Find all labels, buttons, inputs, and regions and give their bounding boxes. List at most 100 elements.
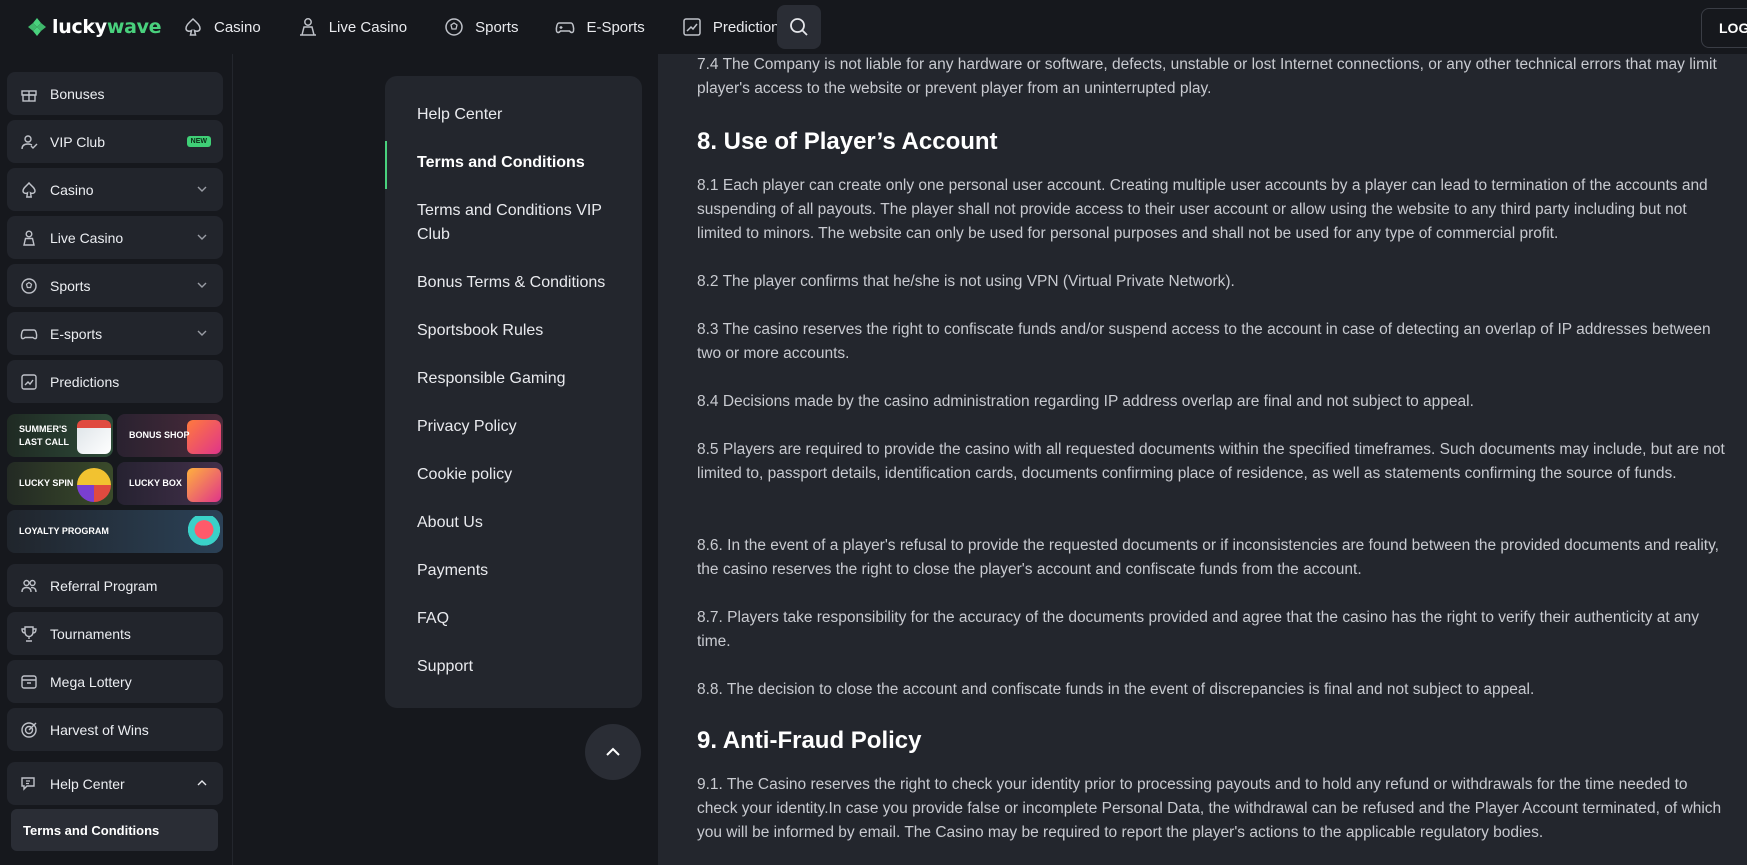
gamepad-icon bbox=[556, 22, 575, 34]
sidebar-item-label: Bonuses bbox=[50, 85, 105, 102]
paragraph-8-3: 8.3 The casino reserves the right to con… bbox=[697, 321, 1711, 362]
search-button[interactable] bbox=[777, 5, 821, 49]
gift-icon bbox=[21, 89, 37, 102]
help-link-help-center[interactable]: Help Center bbox=[417, 103, 627, 127]
nav-live-casino-label: Live Casino bbox=[328, 18, 408, 36]
sidebar-item-vip-club[interactable]: VIP Club NEW bbox=[7, 120, 223, 163]
sidebar-item-harvest-of-wins[interactable]: Harvest of Wins bbox=[7, 708, 223, 751]
help-link-faq[interactable]: FAQ bbox=[417, 607, 627, 631]
spade-icon bbox=[22, 181, 36, 198]
sidebar-subitem-label: Terms and Conditions bbox=[23, 822, 160, 838]
sidebar-item-label: Referral Program bbox=[50, 577, 158, 594]
promo-summers-last-call[interactable]: SUMMER'S LAST CALL bbox=[7, 414, 113, 457]
scroll-to-top-button[interactable] bbox=[585, 724, 641, 780]
sidebar-item-tournaments[interactable]: Tournaments bbox=[7, 612, 223, 655]
spade-icon bbox=[185, 17, 201, 36]
shopping-bag-icon bbox=[187, 420, 221, 454]
sidebar-item-label: Mega Lottery bbox=[50, 673, 132, 690]
chevron-down-icon[interactable] bbox=[196, 327, 208, 339]
help-nav-panel: Help Center Terms and Conditions Terms a… bbox=[385, 76, 642, 708]
sidebar-subitem-terms-and-conditions[interactable]: Terms and Conditions bbox=[11, 809, 218, 851]
help-link-payments[interactable]: Payments bbox=[417, 559, 627, 583]
terms-content: 7.4 The Company is not liable for any ha… bbox=[658, 54, 1747, 865]
sidebar-item-predictions[interactable]: Predictions bbox=[7, 360, 223, 403]
nav-predictions[interactable]: Predictions bbox=[681, 0, 787, 54]
logo-text: luckywave bbox=[52, 16, 162, 38]
section-heading-9: 9. Anti-Fraud Policy bbox=[697, 727, 922, 754]
sidebar-item-label: Harvest of Wins bbox=[50, 721, 149, 738]
map-pin-icon bbox=[187, 516, 221, 550]
nav-esports-label: E-Sports bbox=[586, 18, 645, 36]
promo-loyalty-program[interactable]: LOYALTY PROGRAM bbox=[7, 510, 223, 553]
section-heading-8: 8. Use of Player’s Account bbox=[697, 128, 998, 155]
gift-box-icon bbox=[187, 468, 221, 502]
sidebar-item-mega-lottery[interactable]: Mega Lottery bbox=[7, 660, 223, 703]
promo-lucky-spin-label: LUCKY SPIN bbox=[19, 478, 74, 488]
promo-lucky-spin[interactable]: LUCKY SPIN bbox=[7, 462, 113, 505]
help-link-bonus-terms[interactable]: Bonus Terms & Conditions bbox=[417, 271, 627, 295]
app: luckywave Casino Live Casino Sports E-Sp… bbox=[0, 0, 1747, 865]
people-icon bbox=[21, 579, 37, 592]
help-link-terms-and-conditions[interactable]: Terms and Conditions bbox=[417, 151, 627, 175]
promo-summer-line2: LAST CALL bbox=[19, 436, 69, 447]
vip-user-icon bbox=[21, 134, 38, 149]
nav-predictions-label: Predictions bbox=[712, 18, 788, 36]
promo-summer-line1: SUMMER'S bbox=[19, 423, 68, 434]
nav-esports[interactable]: E-Sports bbox=[554, 0, 645, 54]
sidebar-item-label: Casino bbox=[50, 181, 94, 198]
sidebar-item-casino[interactable]: Casino bbox=[7, 168, 223, 211]
nav-sports-label: Sports bbox=[475, 18, 519, 36]
nav-live-casino[interactable]: Live Casino bbox=[297, 0, 407, 54]
promo-bonus-shop[interactable]: BONUS SHOP bbox=[117, 414, 223, 457]
help-link-sportsbook-rules[interactable]: Sportsbook Rules bbox=[417, 319, 627, 343]
chart-trend-icon bbox=[683, 18, 701, 36]
sidebar-item-live-casino[interactable]: Live Casino bbox=[7, 216, 223, 259]
sidebar-item-esports[interactable]: E-sports bbox=[7, 312, 223, 355]
nav-sports[interactable]: Sports bbox=[443, 0, 518, 54]
paragraph-8-5: 8.5 Players are required to provide the … bbox=[697, 441, 1725, 482]
help-link-responsible-gaming[interactable]: Responsible Gaming bbox=[417, 367, 627, 391]
chevron-down-icon[interactable] bbox=[196, 183, 208, 195]
paragraph-8-2: 8.2 The player confirms that he/she is n… bbox=[697, 273, 1235, 290]
logo-text-wave: wave bbox=[106, 16, 162, 38]
chevron-down-icon[interactable] bbox=[196, 279, 208, 291]
active-indicator bbox=[385, 141, 387, 189]
help-link-cookie-policy[interactable]: Cookie policy bbox=[417, 463, 627, 487]
chevron-up-icon[interactable] bbox=[196, 777, 208, 789]
soccer-ball-icon bbox=[445, 18, 463, 36]
login-label: LOG bbox=[1719, 20, 1747, 36]
trophy-icon bbox=[21, 625, 37, 642]
sidebar-item-referral-program[interactable]: Referral Program bbox=[7, 564, 223, 607]
top-header: luckywave Casino Live Casino Sports E-Sp… bbox=[0, 0, 1747, 54]
search-icon bbox=[790, 18, 808, 36]
paragraph-8-6: 8.6. In the event of a player's refusal … bbox=[697, 537, 1719, 578]
paragraph-8-8: 8.8. The decision to close the account a… bbox=[697, 681, 1535, 698]
dealer-icon bbox=[23, 230, 35, 246]
dealer-icon bbox=[299, 18, 316, 36]
sidebar-item-sports[interactable]: Sports bbox=[7, 264, 223, 307]
chart-trend-icon bbox=[21, 373, 37, 390]
sidebar-item-label: VIP Club bbox=[50, 133, 105, 150]
sidebar-item-help-center[interactable]: Help Center bbox=[7, 762, 223, 805]
clover-logo-icon bbox=[28, 18, 46, 36]
promo-lucky-box[interactable]: LUCKY BOX bbox=[117, 462, 223, 505]
sidebar-item-label: Tournaments bbox=[50, 625, 131, 642]
login-button[interactable]: LOG bbox=[1701, 8, 1747, 48]
main-nav: Casino Live Casino Sports E-Sports Predi… bbox=[182, 0, 823, 54]
promo-bonus-shop-label: BONUS SHOP bbox=[129, 430, 190, 440]
calendar-icon bbox=[77, 420, 111, 454]
sidebar-item-label: Predictions bbox=[50, 373, 120, 390]
nav-casino[interactable]: Casino bbox=[182, 0, 261, 54]
logo[interactable]: luckywave bbox=[26, 14, 162, 40]
help-link-privacy-policy[interactable]: Privacy Policy bbox=[417, 415, 627, 439]
paragraph-8-7: 8.7. Players take responsibility for the… bbox=[697, 609, 1700, 650]
help-link-about-us[interactable]: About Us bbox=[417, 511, 627, 535]
sidebar-item-bonuses[interactable]: Bonuses bbox=[7, 72, 223, 115]
help-link-support[interactable]: Support bbox=[417, 655, 627, 679]
sidebar: Bonuses VIP Club NEW Casino Live Casino … bbox=[0, 54, 233, 865]
help-link-terms-vip-club[interactable]: Terms and Conditions VIP Club bbox=[417, 199, 627, 247]
paragraph-8-1: 8.1 Each player can create only one pers… bbox=[697, 177, 1708, 242]
sidebar-item-label: Sports bbox=[50, 277, 91, 294]
chat-help-icon bbox=[21, 776, 35, 791]
chevron-down-icon[interactable] bbox=[196, 231, 208, 243]
